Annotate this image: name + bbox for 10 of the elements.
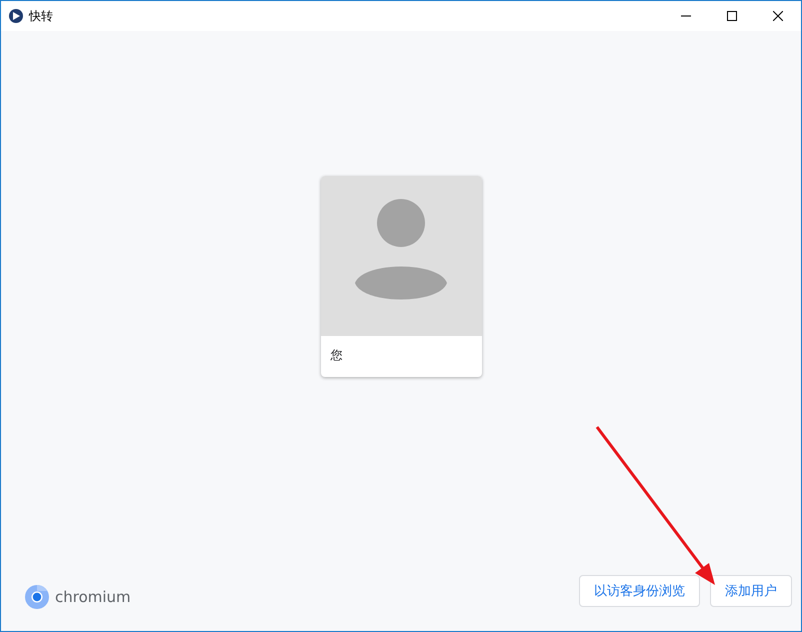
close-icon xyxy=(773,11,783,21)
app-icon xyxy=(9,9,23,23)
add-user-button[interactable]: 添加用户 xyxy=(710,575,792,607)
maximize-icon xyxy=(727,11,737,21)
window-title: 快转 xyxy=(29,8,54,24)
chromium-logo-icon xyxy=(25,585,49,609)
brand-name: chromium xyxy=(55,588,131,606)
profile-name: 您 xyxy=(330,347,344,364)
profile-card[interactable]: 您 xyxy=(320,176,482,377)
guest-browse-button[interactable]: 以访客身份浏览 xyxy=(579,575,700,607)
